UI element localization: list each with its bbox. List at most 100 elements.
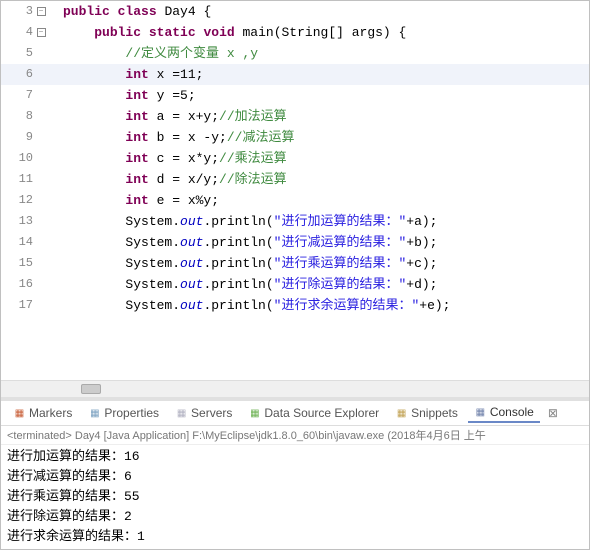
line-number: 15 <box>1 253 35 274</box>
token-kw: class <box>118 4 157 19</box>
line-number: 16 <box>1 274 35 295</box>
fold-collapse-icon[interactable]: − <box>37 7 46 16</box>
gutter: 8 <box>1 106 63 127</box>
code-line[interactable]: 8 int a = x+y;//加法运算 <box>1 106 589 127</box>
token-cls: System. <box>125 256 180 271</box>
token-cls: +e); <box>419 298 450 313</box>
code-line[interactable]: 14 System.out.println("进行减运算的结果："+b); <box>1 232 589 253</box>
line-number: 4 <box>1 22 35 43</box>
line-number: 6 <box>1 64 35 85</box>
code-content[interactable]: public class Day4 { <box>63 1 589 22</box>
token-bt: int <box>125 193 148 208</box>
code-content[interactable]: System.out.println("进行除运算的结果："+d); <box>63 274 589 295</box>
editor-pane[interactable]: 3−public class Day4 {4− public static vo… <box>1 1 589 380</box>
code-line[interactable]: 17 System.out.println("进行求余运算的结果："+e); <box>1 295 589 316</box>
code-line[interactable]: 7 int y =5; <box>1 85 589 106</box>
tab-label: Console <box>490 405 534 419</box>
code-content[interactable]: System.out.println("进行求余运算的结果："+e); <box>63 295 589 316</box>
console-line: 进行加运算的结果：16 <box>7 447 583 467</box>
token-str: "进行乘运算的结果： <box>274 256 399 271</box>
scrollbar-thumb[interactable] <box>81 384 101 394</box>
token-st: out <box>180 214 203 229</box>
code-line[interactable]: 3−public class Day4 { <box>1 1 589 22</box>
code-content[interactable]: //定义两个变量 x ,y <box>63 43 589 64</box>
tab-data-source-explorer[interactable]: ▦Data Source Explorer <box>242 404 385 422</box>
code-line[interactable]: 10 int c = x*y;//乘法运算 <box>1 148 589 169</box>
token-cls: +b); <box>406 235 437 250</box>
tab-label: Properties <box>104 406 159 420</box>
tab-label: Snippets <box>411 406 458 420</box>
code-line[interactable]: 4− public static void main(String[] args… <box>1 22 589 43</box>
gutter: 5 <box>1 43 63 64</box>
fold-collapse-icon[interactable]: − <box>37 28 46 37</box>
bottom-panel: ▦Markers▦Properties▦Servers▦Data Source … <box>1 397 589 549</box>
code-line[interactable]: 6 int x =11; <box>1 64 589 85</box>
horizontal-scrollbar[interactable] <box>1 380 589 397</box>
line-number: 14 <box>1 232 35 253</box>
gutter: 11 <box>1 169 63 190</box>
tab-icon: ▦ <box>395 407 408 420</box>
line-number: 7 <box>1 85 35 106</box>
tab-servers[interactable]: ▦Servers <box>169 404 238 422</box>
fold-gutter[interactable]: − <box>35 7 47 16</box>
code-line[interactable]: 12 int e = x%y; <box>1 190 589 211</box>
token-kw: public <box>63 4 110 19</box>
tab-label: Data Source Explorer <box>264 406 379 420</box>
console-line: 进行乘运算的结果：55 <box>7 487 583 507</box>
token-bt: int <box>125 130 148 145</box>
code-content[interactable]: int x =11; <box>63 64 589 85</box>
token-cls: System. <box>125 235 180 250</box>
tab-icon: ▦ <box>88 407 101 420</box>
line-number: 8 <box>1 106 35 127</box>
fold-gutter[interactable]: − <box>35 28 47 37</box>
code-content[interactable]: int a = x+y;//加法运算 <box>63 106 589 127</box>
token-bt: void <box>203 25 234 40</box>
tab-properties[interactable]: ▦Properties <box>82 404 165 422</box>
token-bt: int <box>125 67 148 82</box>
line-number: 17 <box>1 295 35 316</box>
token-bt: int <box>125 172 148 187</box>
code-content[interactable]: int y =5; <box>63 85 589 106</box>
token-str: "进行除运算的结果： <box>274 277 399 292</box>
code-line[interactable]: 5 //定义两个变量 x ,y <box>1 43 589 64</box>
gutter: 3− <box>1 1 63 22</box>
token-cls: System. <box>125 277 180 292</box>
token-cls: .println( <box>203 235 273 250</box>
token-cm: //除法运算 <box>219 172 287 187</box>
token-kw: public <box>94 25 141 40</box>
code-line[interactable]: 16 System.out.println("进行除运算的结果："+d); <box>1 274 589 295</box>
code-line[interactable]: 11 int d = x/y;//除法运算 <box>1 169 589 190</box>
code-line[interactable]: 9 int b = x -y;//减法运算 <box>1 127 589 148</box>
code-content[interactable]: System.out.println("进行减运算的结果："+b); <box>63 232 589 253</box>
line-number: 12 <box>1 190 35 211</box>
code-content[interactable]: System.out.println("进行加运算的结果："+a); <box>63 211 589 232</box>
token-cls: .println( <box>203 256 273 271</box>
code-line[interactable]: 13 System.out.println("进行加运算的结果："+a); <box>1 211 589 232</box>
code-content[interactable]: System.out.println("进行乘运算的结果："+c); <box>63 253 589 274</box>
tab-icon: ▦ <box>474 406 487 419</box>
gutter: 17 <box>1 295 63 316</box>
tab-markers[interactable]: ▦Markers <box>7 404 78 422</box>
tab-label: Servers <box>191 406 232 420</box>
console-status-line: <terminated> Day4 [Java Application] F:\… <box>1 426 589 445</box>
tab-console[interactable]: ▦Console <box>468 403 540 423</box>
console-line: 进行减运算的结果：6 <box>7 467 583 487</box>
code-content[interactable]: public static void main(String[] args) { <box>63 22 589 43</box>
token-cm: //乘法运算 <box>219 151 287 166</box>
code-content[interactable]: int c = x*y;//乘法运算 <box>63 148 589 169</box>
tab-snippets[interactable]: ▦Snippets <box>389 404 464 422</box>
code-content[interactable]: int b = x -y;//减法运算 <box>63 127 589 148</box>
code-content[interactable]: int e = x%y; <box>63 190 589 211</box>
token-str: "进行减运算的结果： <box>274 235 399 250</box>
tabs-overflow-icon[interactable]: ⊠ <box>548 406 558 420</box>
gutter: 4− <box>1 22 63 43</box>
token-cls: .println( <box>203 214 273 229</box>
gutter: 13 <box>1 211 63 232</box>
console-line: 进行求余运算的结果：1 <box>7 527 583 547</box>
tab-icon: ▦ <box>13 407 26 420</box>
gutter: 10 <box>1 148 63 169</box>
code-line[interactable]: 15 System.out.println("进行乘运算的结果："+c); <box>1 253 589 274</box>
code-content[interactable]: int d = x/y;//除法运算 <box>63 169 589 190</box>
token-kw: static <box>149 25 196 40</box>
token-bt: int <box>125 151 148 166</box>
